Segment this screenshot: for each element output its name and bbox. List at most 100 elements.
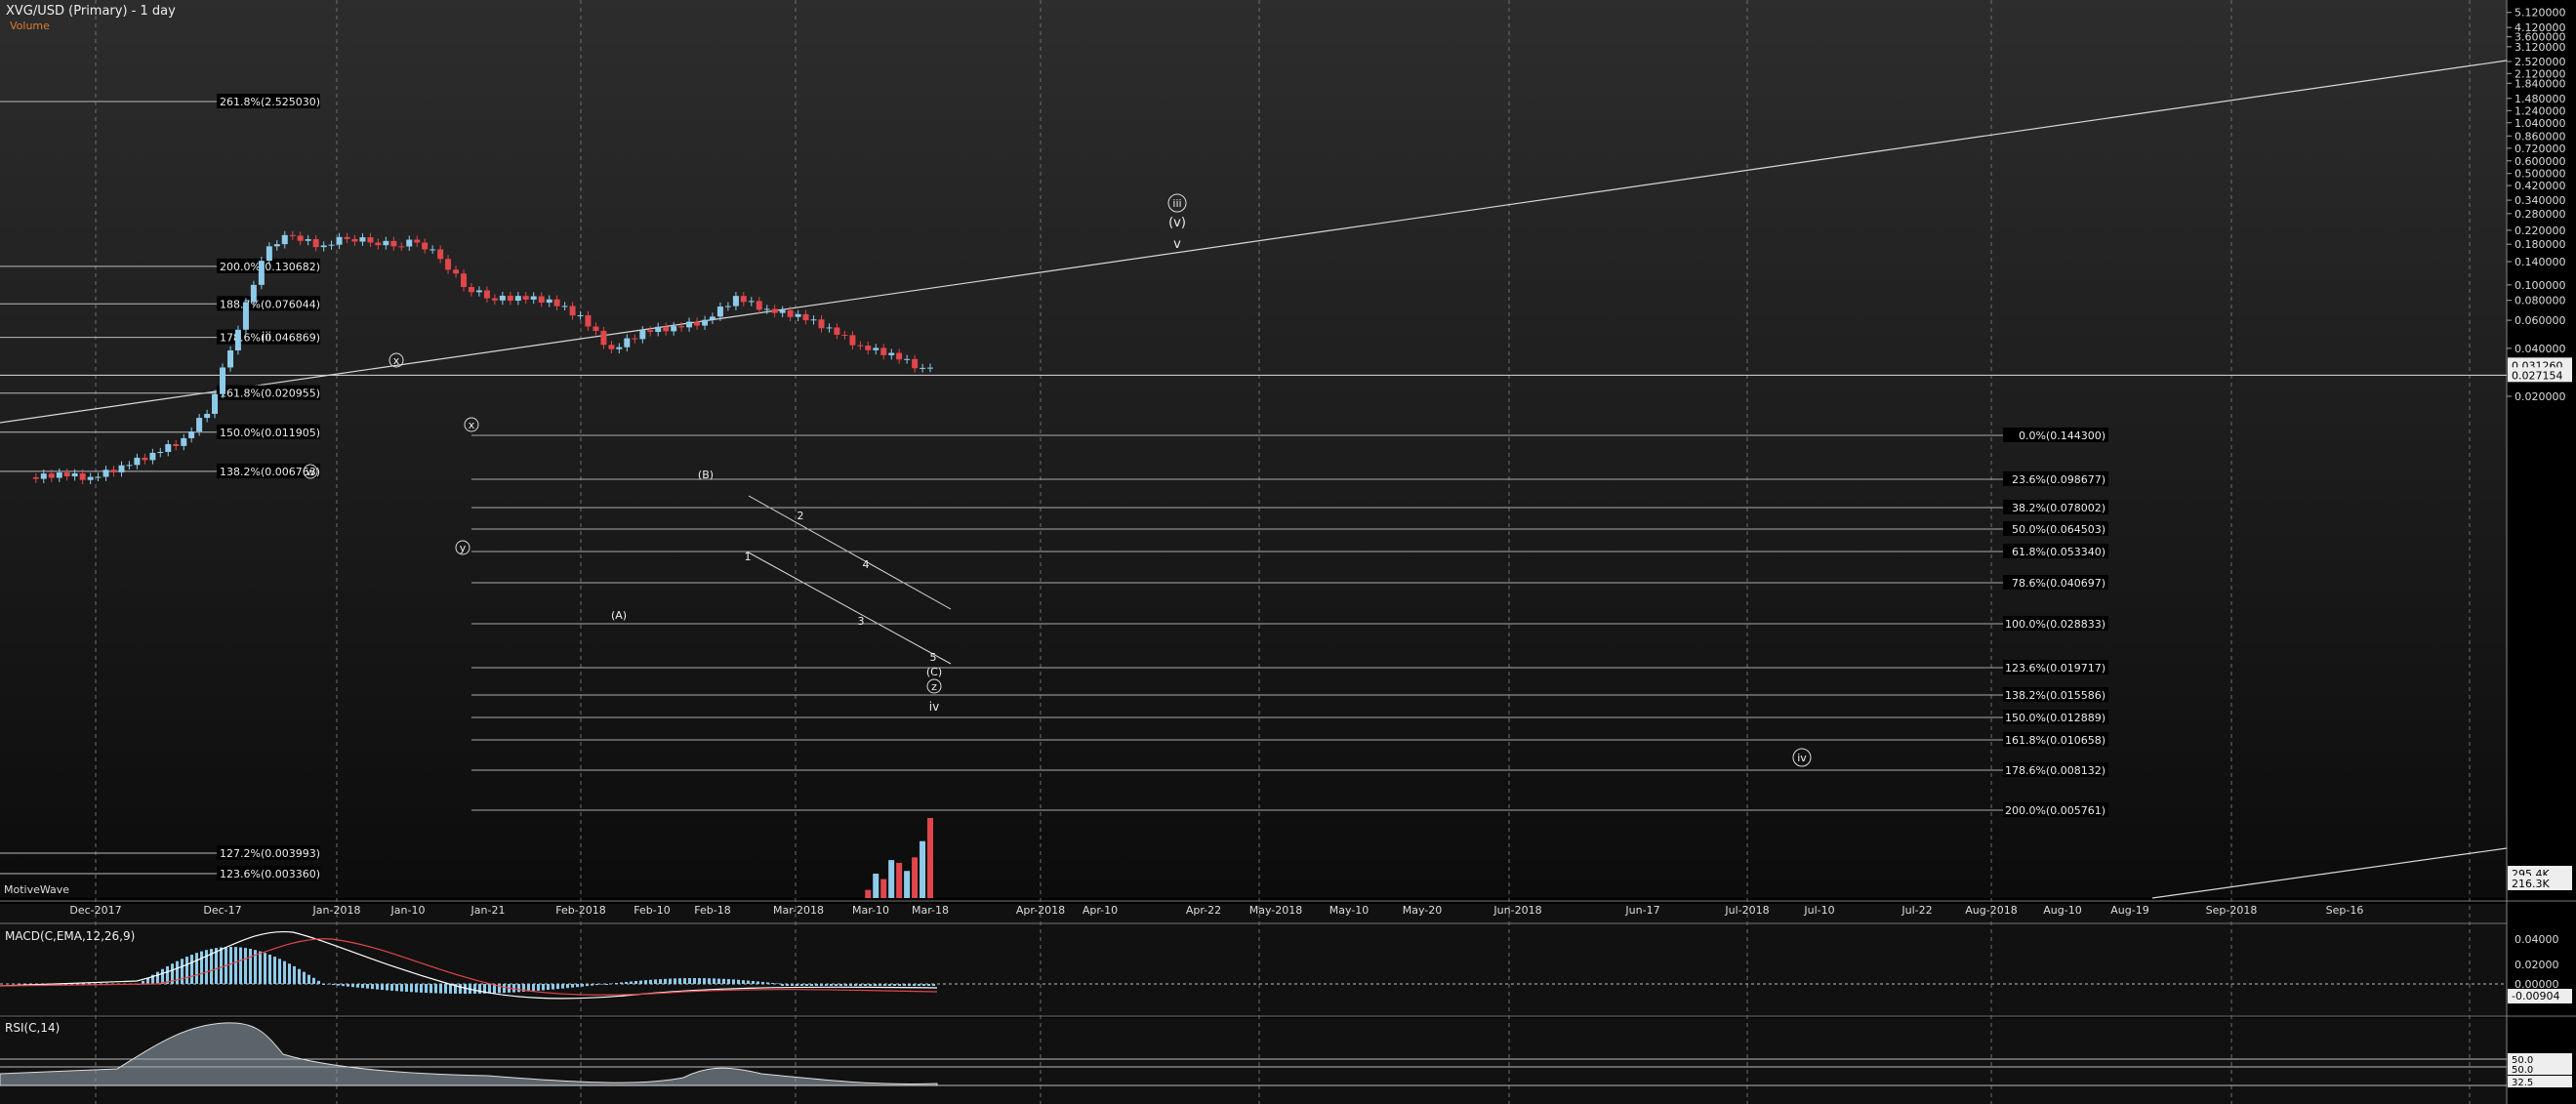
macd-hist-bar (347, 984, 349, 987)
candle-up (87, 476, 94, 480)
time-axis-label: Jul-10 (1803, 904, 1834, 917)
candle-down (865, 346, 872, 350)
macd-hist-bar (156, 971, 159, 984)
wave-label-z: z (931, 680, 937, 693)
macd-hist-bar (683, 978, 686, 984)
candle-up (763, 308, 770, 310)
candle-up (165, 444, 172, 453)
time-axis-label: Apr-2018 (1016, 904, 1065, 917)
candle-up (709, 316, 716, 320)
candle-down (912, 358, 919, 369)
price-tick-label: 0.180000 (2515, 238, 2566, 251)
candle-down (453, 269, 460, 274)
macd-hist-bar (190, 955, 193, 984)
candle-down (367, 237, 374, 243)
candle-down (608, 345, 615, 349)
candle-down (491, 298, 498, 301)
time-axis-label: Jul-2018 (1724, 904, 1769, 917)
wave-label-iv-big: iv (1797, 752, 1807, 764)
time-axis-label: Dec-2017 (69, 904, 121, 917)
candle-down (678, 326, 685, 328)
price-tick-label: 0.020000 (2515, 390, 2566, 403)
candle-up (475, 290, 482, 293)
candle-up (71, 472, 78, 477)
macd-hist-bar (918, 984, 920, 986)
macd-hist-bar (220, 947, 223, 984)
candle-up (748, 301, 755, 303)
macd-hist-bar (322, 984, 325, 985)
candle-up (188, 431, 195, 438)
fib-label-right: 161.8%(0.010658) (2005, 734, 2106, 747)
candle-up (888, 352, 895, 355)
time-axis-label: Feb-2018 (555, 904, 605, 917)
chart-canvas[interactable]: 261.8%(2.525030) 200.0%(0.130682) 188.7%(0… (0, 0, 2576, 1104)
candle-up (227, 350, 234, 368)
wave-label-C: (C) (926, 666, 942, 678)
volume-legend: Volume (10, 20, 50, 32)
time-axis-label: Sep-2018 (2206, 904, 2258, 917)
time-axis-label: Mar-18 (912, 904, 949, 917)
price-tick-label: 0.600000 (2515, 155, 2566, 168)
volume-bar (927, 818, 933, 898)
macd-hist-bar (234, 947, 237, 984)
macd-hist-bar (449, 984, 452, 994)
candle-down (553, 299, 560, 307)
wave-label-A: (A) (611, 609, 627, 622)
macd-hist-bar (434, 984, 437, 994)
candle-down (390, 240, 397, 247)
price-tick-label: 0.060000 (2515, 314, 2566, 327)
candle-up (181, 437, 187, 446)
candle-up (242, 302, 249, 330)
fib-label-right: 123.6%(0.019717) (2005, 662, 2106, 675)
macd-hist-bar (722, 978, 725, 984)
candle-up (499, 295, 506, 301)
candle-down (522, 296, 529, 300)
macd-hist-bar (542, 984, 545, 991)
fib-label-right: 100.0%(0.028833) (2005, 618, 2106, 631)
candle-down (344, 236, 350, 239)
macd-hist-bar (747, 980, 750, 984)
macd-hist-bar (688, 978, 691, 984)
macd-hist-bar (639, 980, 642, 984)
candle-up (429, 249, 436, 251)
candle-down (422, 242, 429, 250)
macd-hist-bar (913, 984, 916, 986)
macd-hist-bar (395, 984, 398, 992)
macd-hist-bar (644, 980, 647, 984)
macd-hist-bar (293, 965, 296, 984)
macd-hist-bar (317, 980, 320, 984)
time-axis-label: Apr-10 (1083, 904, 1118, 917)
candle-down (740, 296, 747, 303)
macd-hist-bar (908, 984, 911, 986)
candle-down (600, 330, 607, 346)
macd-hist-bar (552, 984, 554, 990)
macd-hist-bar (356, 984, 359, 988)
macd-hist-bar (849, 984, 852, 986)
rsi-panel-bg (0, 1018, 2507, 1104)
candle-up (702, 319, 709, 326)
price-tick-label: 1.840000 (2515, 77, 2566, 90)
macd-hist-bar (429, 984, 432, 994)
macd-hist-bar (400, 984, 403, 992)
candle-down (297, 235, 304, 241)
candle-down (647, 330, 654, 333)
macd-tick-label: 0.02000 (2515, 959, 2559, 971)
macd-hist-bar (581, 984, 584, 987)
price-tick-label: 0.040000 (2515, 343, 2566, 355)
macd-hist-bar (771, 982, 774, 984)
macd-hist-bar (703, 978, 706, 984)
candle-up (157, 452, 164, 454)
macd-hist-bar (537, 984, 540, 991)
candle-down (110, 470, 117, 472)
macd-hist-bar (312, 977, 315, 984)
macd-hist-bar (859, 984, 862, 986)
macd-hist-bar (713, 978, 716, 984)
fib-label-left: 161.8%(0.020955) (220, 388, 320, 400)
macd-hist-bar (737, 979, 740, 984)
candle-up (873, 348, 879, 350)
candle-down (834, 327, 840, 335)
macd-badge: -0.00904 (2512, 990, 2559, 1002)
candle-up (212, 393, 219, 414)
macd-hist-bar (742, 980, 745, 984)
macd-hist-bar (752, 981, 755, 984)
